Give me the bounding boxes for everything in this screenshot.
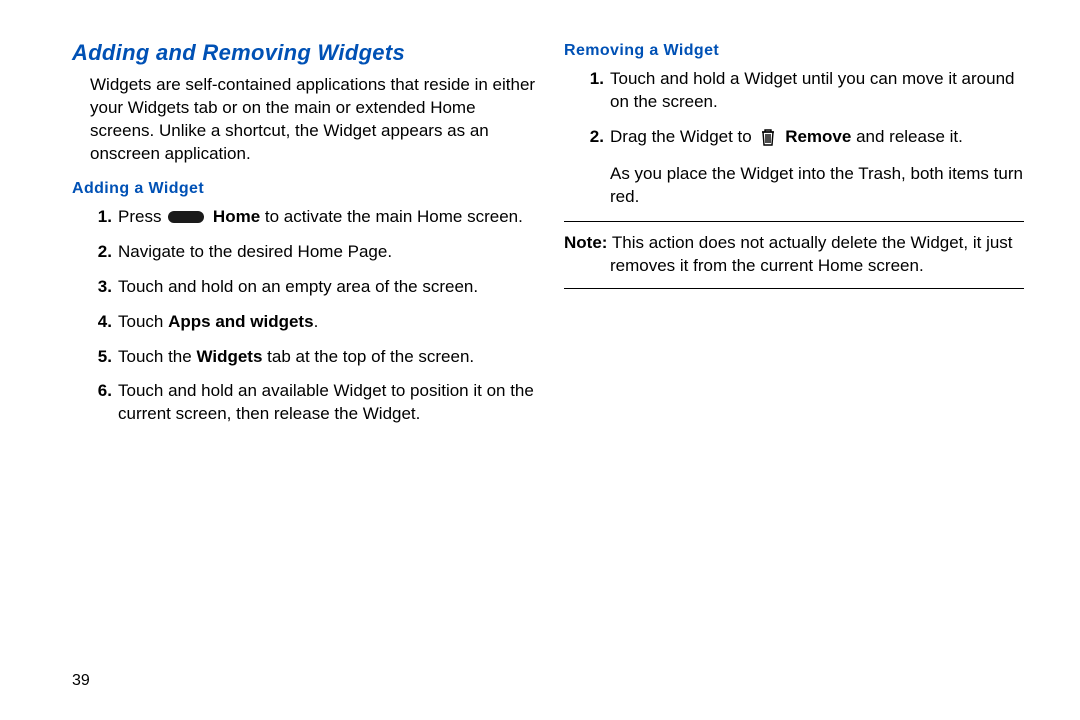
- step-1: Touch and hold a Widget until you can mo…: [580, 68, 1030, 114]
- section-title: Adding and Removing Widgets: [72, 40, 538, 66]
- step-text: Navigate to the desired Home Page.: [118, 242, 392, 261]
- step-follow: As you place the Widget into the Trash, …: [610, 163, 1030, 209]
- step-text: .: [314, 312, 319, 331]
- sub-heading-removing: Removing a Widget: [564, 42, 1030, 60]
- step-3: Touch and hold on an empty area of the s…: [88, 276, 538, 299]
- step-2: Navigate to the desired Home Page.: [88, 241, 538, 264]
- trash-icon: [760, 128, 776, 153]
- step-text: Touch and hold on an empty area of the s…: [118, 277, 478, 296]
- manual-page: Adding and Removing Widgets Widgets are …: [0, 0, 1080, 720]
- step-bold: Remove: [780, 127, 851, 146]
- step-5: Touch the Widgets tab at the top of the …: [88, 346, 538, 369]
- left-column: Adding and Removing Widgets Widgets are …: [72, 40, 538, 438]
- step-text: Touch: [118, 312, 168, 331]
- step-bold: Home: [208, 207, 260, 226]
- note-label: Note:: [564, 233, 607, 252]
- step-text: tab at the top of the screen.: [262, 347, 474, 366]
- step-bold: Widgets: [196, 347, 262, 366]
- adding-steps-list: Press Home to activate the main Home scr…: [88, 206, 538, 427]
- step-6: Touch and hold an available Widget to po…: [88, 380, 538, 426]
- step-text: Touch and hold a Widget until you can mo…: [610, 69, 1014, 111]
- step-2: Drag the Widget to Remove and release it…: [580, 126, 1030, 209]
- step-bold: Apps and widgets: [168, 312, 313, 331]
- step-1: Press Home to activate the main Home scr…: [88, 206, 538, 229]
- two-column-layout: Adding and Removing Widgets Widgets are …: [72, 40, 1030, 438]
- sub-heading-adding: Adding a Widget: [72, 180, 538, 198]
- removing-steps-list: Touch and hold a Widget until you can mo…: [580, 68, 1030, 209]
- step-text: Drag the Widget to: [610, 127, 756, 146]
- note-body: Note: This action does not actually dele…: [564, 232, 1024, 278]
- step-text: Press: [118, 207, 166, 226]
- note-box: Note: This action does not actually dele…: [564, 221, 1024, 289]
- step-text: to activate the main Home screen.: [260, 207, 523, 226]
- step-4: Touch Apps and widgets.: [88, 311, 538, 334]
- intro-paragraph: Widgets are self-contained applications …: [90, 74, 538, 166]
- note-text: This action does not actually delete the…: [607, 233, 1012, 275]
- step-text: Touch and hold an available Widget to po…: [118, 381, 534, 423]
- step-text: and release it.: [851, 127, 963, 146]
- page-number: 39: [72, 672, 90, 690]
- right-column: Removing a Widget Touch and hold a Widge…: [564, 40, 1030, 438]
- home-button-icon: [168, 211, 204, 223]
- step-text: Touch the: [118, 347, 196, 366]
